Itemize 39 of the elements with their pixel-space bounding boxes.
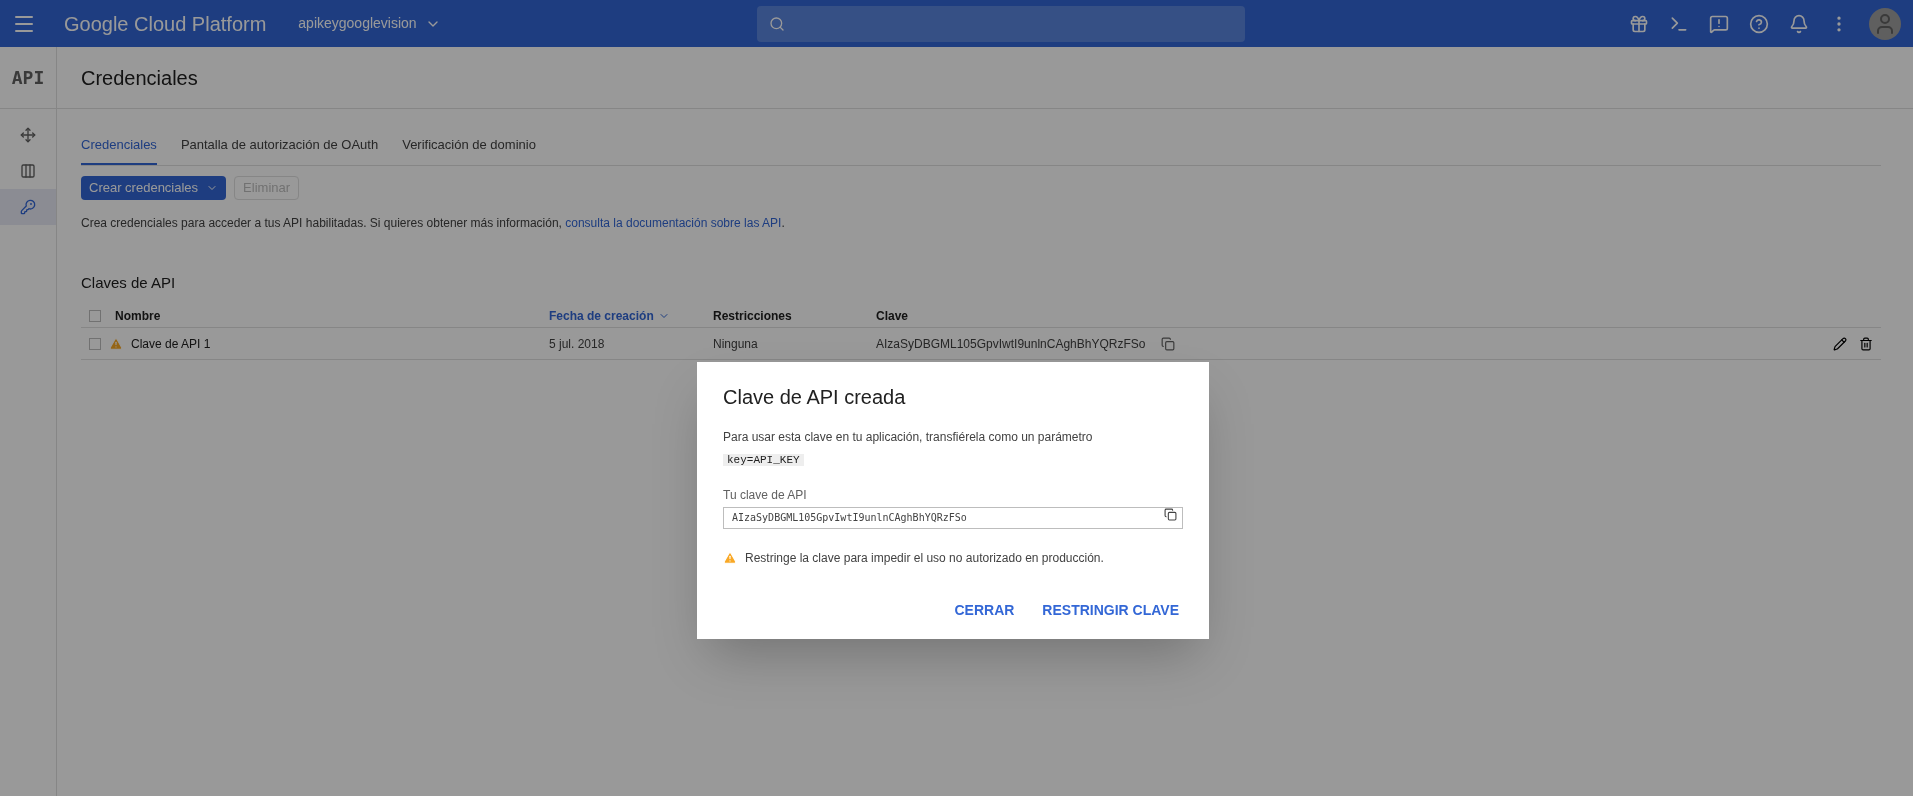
table-cell-text: AIzaSyDBGML105GpvIwtI9unlnCAghBhYQRzFSo — [876, 335, 1146, 353]
search-icon — [768, 15, 785, 32]
tab[interactable]: Verificación de dominio — [402, 135, 536, 165]
page-title: Credenciales — [81, 65, 198, 91]
copy-icon[interactable] — [1164, 508, 1177, 521]
checkbox[interactable] — [89, 337, 101, 350]
help-icon[interactable] — [1749, 13, 1769, 34]
gift-icon[interactable] — [1629, 13, 1649, 34]
edit-icon[interactable] — [1833, 336, 1847, 351]
dialog-button[interactable]: RESTRINGIR CLAVE — [1038, 596, 1183, 625]
table-cell[interactable]: Clave de API 1 — [131, 334, 211, 353]
api-key-field[interactable]: AIzaSyDBGML105GpvIwtI9unlnCAghBhYQRzFSo — [723, 506, 1183, 529]
checkbox[interactable] — [89, 309, 101, 322]
table-cell-text: 5 jul. 2018 — [549, 335, 606, 353]
copy-icon[interactable] — [1161, 336, 1176, 351]
warning-icon — [723, 550, 737, 565]
section-title: Claves de API — [81, 272, 177, 293]
field-label: Tu clave de API — [723, 487, 808, 504]
tab[interactable]: Pantalla de autorización de OAuth — [180, 135, 379, 165]
bell-icon[interactable] — [1789, 13, 1809, 34]
table-cell-text: Ninguna — [713, 335, 759, 353]
create-credentials-button[interactable]: Crear credenciales — [81, 175, 227, 200]
feedback-icon[interactable] — [1709, 13, 1729, 34]
sidebar-item[interactable] — [0, 189, 56, 225]
dialog-title: Clave de API creada — [723, 385, 907, 410]
project-selector[interactable]: apikeygooglevision — [298, 13, 441, 34]
column-header[interactable]: Clave — [876, 306, 909, 325]
tab[interactable]: Credenciales — [81, 135, 157, 165]
description-text: Crea credenciales para acceder a tus API habilitadas. Si quieres obtener más información, consulta la documentación sobre las API. — [81, 214, 786, 232]
column-header[interactable]: Fecha de creación — [549, 306, 670, 325]
code-snippet: key=API_KEY — [723, 454, 804, 466]
warning-text: Restringe la clave para impedir el uso no autorizado en producción. — [745, 549, 1104, 567]
column-header[interactable]: Nombre — [115, 306, 161, 325]
api-logo: API — [11, 66, 45, 90]
product-name[interactable]: Google Cloud Platform — [64, 8, 267, 39]
dialog-button[interactable]: CERRAR — [950, 596, 1019, 625]
delete-icon[interactable] — [1859, 336, 1873, 351]
dialog-text: Para usar esta clave en tu aplicación, transfiérela como un parámetro — [723, 429, 1094, 446]
column-header[interactable]: Restricciones — [713, 306, 792, 325]
